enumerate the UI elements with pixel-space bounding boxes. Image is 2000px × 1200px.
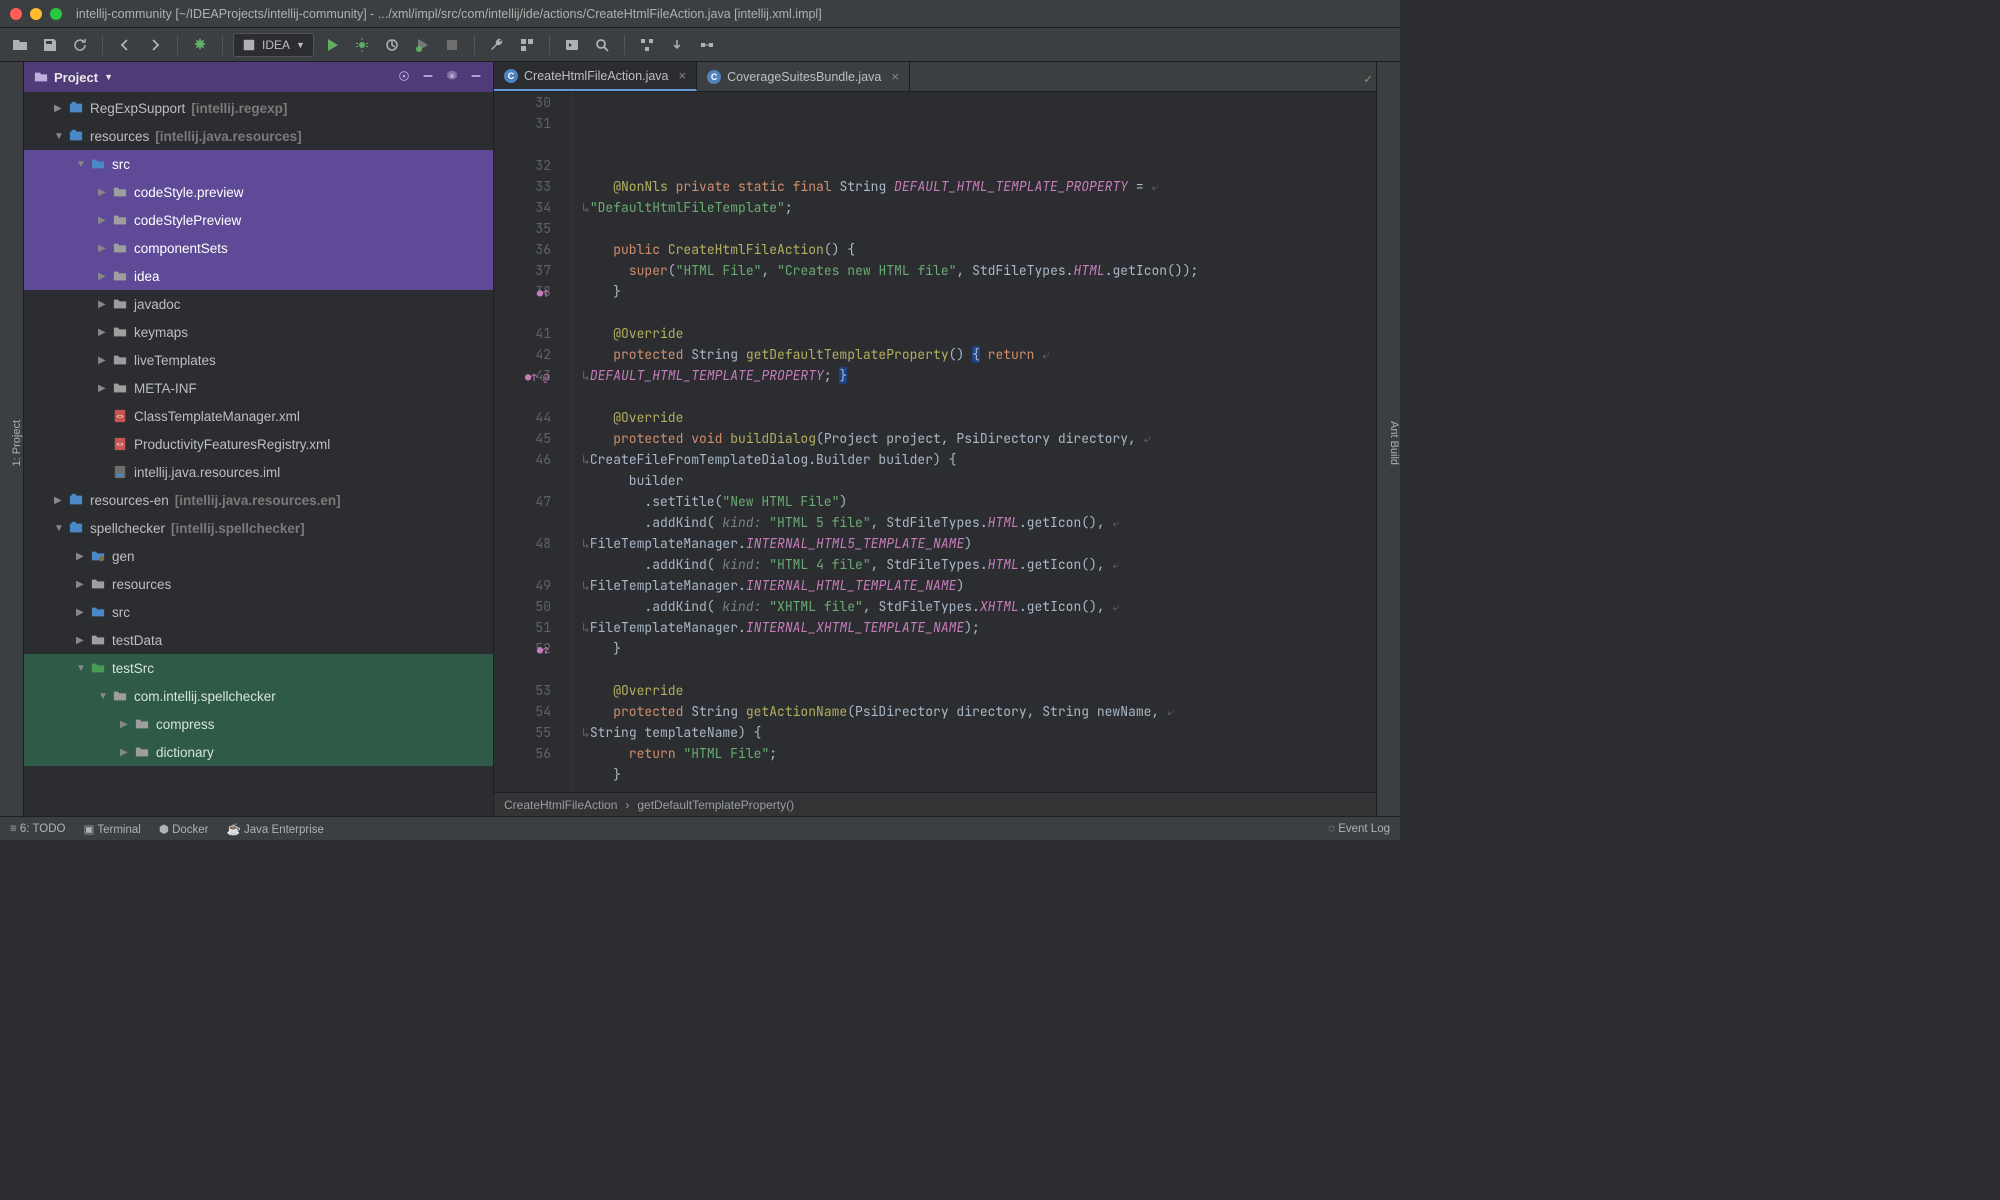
status-todo[interactable]: ≡ 6: TODO bbox=[10, 823, 66, 835]
tool-project[interactable]: 1: Project bbox=[11, 420, 23, 466]
close-window-icon[interactable] bbox=[10, 8, 22, 20]
commit-icon[interactable] bbox=[695, 33, 719, 57]
vcs-icon[interactable] bbox=[635, 33, 659, 57]
window-title: intellij-community [~/IDEAProjects/intel… bbox=[76, 7, 822, 21]
tree-item[interactable]: ▼src bbox=[24, 150, 493, 178]
tree-item[interactable]: ▶gen bbox=[24, 542, 493, 570]
tree-item[interactable]: ▶codeStyle.preview bbox=[24, 178, 493, 206]
debug-icon[interactable] bbox=[350, 33, 374, 57]
project-toolwindow: Project ▼ ▶RegExpSupport[intellij.regexp… bbox=[24, 62, 494, 816]
editor-tabs: CCreateHtmlFileAction.java×CCoverageSuit… bbox=[494, 62, 1376, 92]
run-anything-icon[interactable] bbox=[560, 33, 584, 57]
breadcrumb-item[interactable]: CreateHtmlFileAction bbox=[504, 798, 617, 812]
tree-item[interactable]: ▶src bbox=[24, 598, 493, 626]
wrench-icon[interactable] bbox=[485, 33, 509, 57]
tool-ant[interactable]: Ant Build bbox=[1388, 421, 1400, 465]
project-header: Project ▼ bbox=[24, 62, 493, 92]
editor-breadcrumb[interactable]: CreateHtmlFileAction › getDefaultTemplat… bbox=[494, 792, 1376, 816]
tree-item[interactable]: ▶componentSets bbox=[24, 234, 493, 262]
status-terminal[interactable]: ▣ Terminal bbox=[84, 822, 141, 836]
tree-item[interactable]: ▼com.intellij.spellchecker bbox=[24, 682, 493, 710]
run-config-label: IDEA bbox=[262, 38, 290, 52]
tree-item[interactable]: ▶liveTemplates bbox=[24, 346, 493, 374]
main-toolbar: IDEA ▼ bbox=[0, 28, 1400, 62]
tree-item[interactable]: ▶RegExpSupport[intellij.regexp] bbox=[24, 94, 493, 122]
minimize-window-icon[interactable] bbox=[30, 8, 42, 20]
breadcrumb-item[interactable]: getDefaultTemplateProperty() bbox=[637, 798, 794, 812]
tree-item[interactable]: intellij.java.resources.iml bbox=[24, 458, 493, 486]
search-icon[interactable] bbox=[590, 33, 614, 57]
update-icon[interactable] bbox=[665, 33, 689, 57]
forward-icon[interactable] bbox=[143, 33, 167, 57]
tree-item[interactable]: ▶resources-en[intellij.java.resources.en… bbox=[24, 486, 493, 514]
tree-item[interactable]: ▶keymaps bbox=[24, 318, 493, 346]
collapse-icon[interactable] bbox=[421, 69, 435, 86]
status-javaee[interactable]: ☕ Java Enterprise bbox=[227, 822, 324, 836]
editor-code[interactable]: ✓ @NonNls private static final String DE… bbox=[572, 92, 1376, 792]
window-titlebar: intellij-community [~/IDEAProjects/intel… bbox=[0, 0, 1400, 28]
hide-icon[interactable] bbox=[469, 69, 483, 86]
maximize-window-icon[interactable] bbox=[50, 8, 62, 20]
close-icon[interactable]: × bbox=[891, 69, 899, 84]
tree-item[interactable]: ▶dictionary bbox=[24, 738, 493, 766]
left-tool-stripe: 1: Project 7: Structure 2: Favorites npm bbox=[0, 62, 24, 816]
coverage-icon[interactable] bbox=[380, 33, 404, 57]
tree-item[interactable]: ▼testSrc bbox=[24, 654, 493, 682]
save-icon[interactable] bbox=[38, 33, 62, 57]
java-class-icon: C bbox=[707, 70, 721, 84]
tree-item[interactable]: ▼resources[intellij.java.resources] bbox=[24, 122, 493, 150]
project-label: Project bbox=[54, 70, 98, 85]
run-icon[interactable] bbox=[320, 33, 344, 57]
project-icon bbox=[34, 70, 48, 84]
refresh-icon[interactable] bbox=[68, 33, 92, 57]
back-icon[interactable] bbox=[113, 33, 137, 57]
tree-item[interactable]: ▼spellchecker[intellij.spellchecker] bbox=[24, 514, 493, 542]
status-bar: ≡ 6: TODO ▣ Terminal ⬢ Docker ☕ Java Ent… bbox=[0, 816, 1400, 840]
stop-icon[interactable] bbox=[440, 33, 464, 57]
java-class-icon: C bbox=[504, 69, 518, 83]
editor-tab[interactable]: CCoverageSuitesBundle.java× bbox=[697, 62, 910, 91]
close-icon[interactable]: × bbox=[679, 68, 687, 83]
build-icon[interactable] bbox=[188, 33, 212, 57]
chevron-right-icon: › bbox=[625, 798, 629, 812]
tree-item[interactable]: ▶resources bbox=[24, 570, 493, 598]
svg-text:<>: <> bbox=[116, 442, 124, 449]
chevron-down-icon: ▼ bbox=[296, 40, 305, 50]
run-configuration-selector[interactable]: IDEA ▼ bbox=[233, 33, 314, 57]
tree-item[interactable]: ▶javadoc bbox=[24, 290, 493, 318]
editor-tab[interactable]: CCreateHtmlFileAction.java× bbox=[494, 62, 697, 91]
tree-item[interactable]: <>ProductivityFeaturesRegistry.xml bbox=[24, 430, 493, 458]
project-structure-icon[interactable] bbox=[515, 33, 539, 57]
tree-item[interactable]: ▶codeStylePreview bbox=[24, 206, 493, 234]
svg-text:<>: <> bbox=[116, 414, 124, 421]
chevron-down-icon[interactable]: ▼ bbox=[104, 72, 113, 82]
traffic-lights[interactable] bbox=[10, 8, 62, 20]
gear-icon[interactable] bbox=[445, 69, 459, 86]
locate-icon[interactable] bbox=[397, 69, 411, 86]
tree-item[interactable]: ▶META-INF bbox=[24, 374, 493, 402]
right-tool-stripe: Ant Build CDI Gradle Database Maven bbox=[1376, 62, 1400, 816]
tree-item[interactable]: <>ClassTemplateManager.xml bbox=[24, 402, 493, 430]
editor-gutter[interactable]: 303132333435363738●↑414243●↑ @4445464748… bbox=[494, 92, 572, 792]
tree-item[interactable]: ▶idea bbox=[24, 262, 493, 290]
status-docker[interactable]: ⬢ Docker bbox=[159, 822, 209, 836]
open-icon[interactable] bbox=[8, 33, 32, 57]
event-log[interactable]: ◌ Event Log bbox=[1328, 823, 1390, 835]
tree-item[interactable]: ▶compress bbox=[24, 710, 493, 738]
tree-item[interactable]: ▶testData bbox=[24, 626, 493, 654]
profile-icon[interactable] bbox=[410, 33, 434, 57]
editor-area: CCreateHtmlFileAction.java×CCoverageSuit… bbox=[494, 62, 1376, 816]
project-tree[interactable]: ▶RegExpSupport[intellij.regexp]▼resource… bbox=[24, 92, 493, 816]
